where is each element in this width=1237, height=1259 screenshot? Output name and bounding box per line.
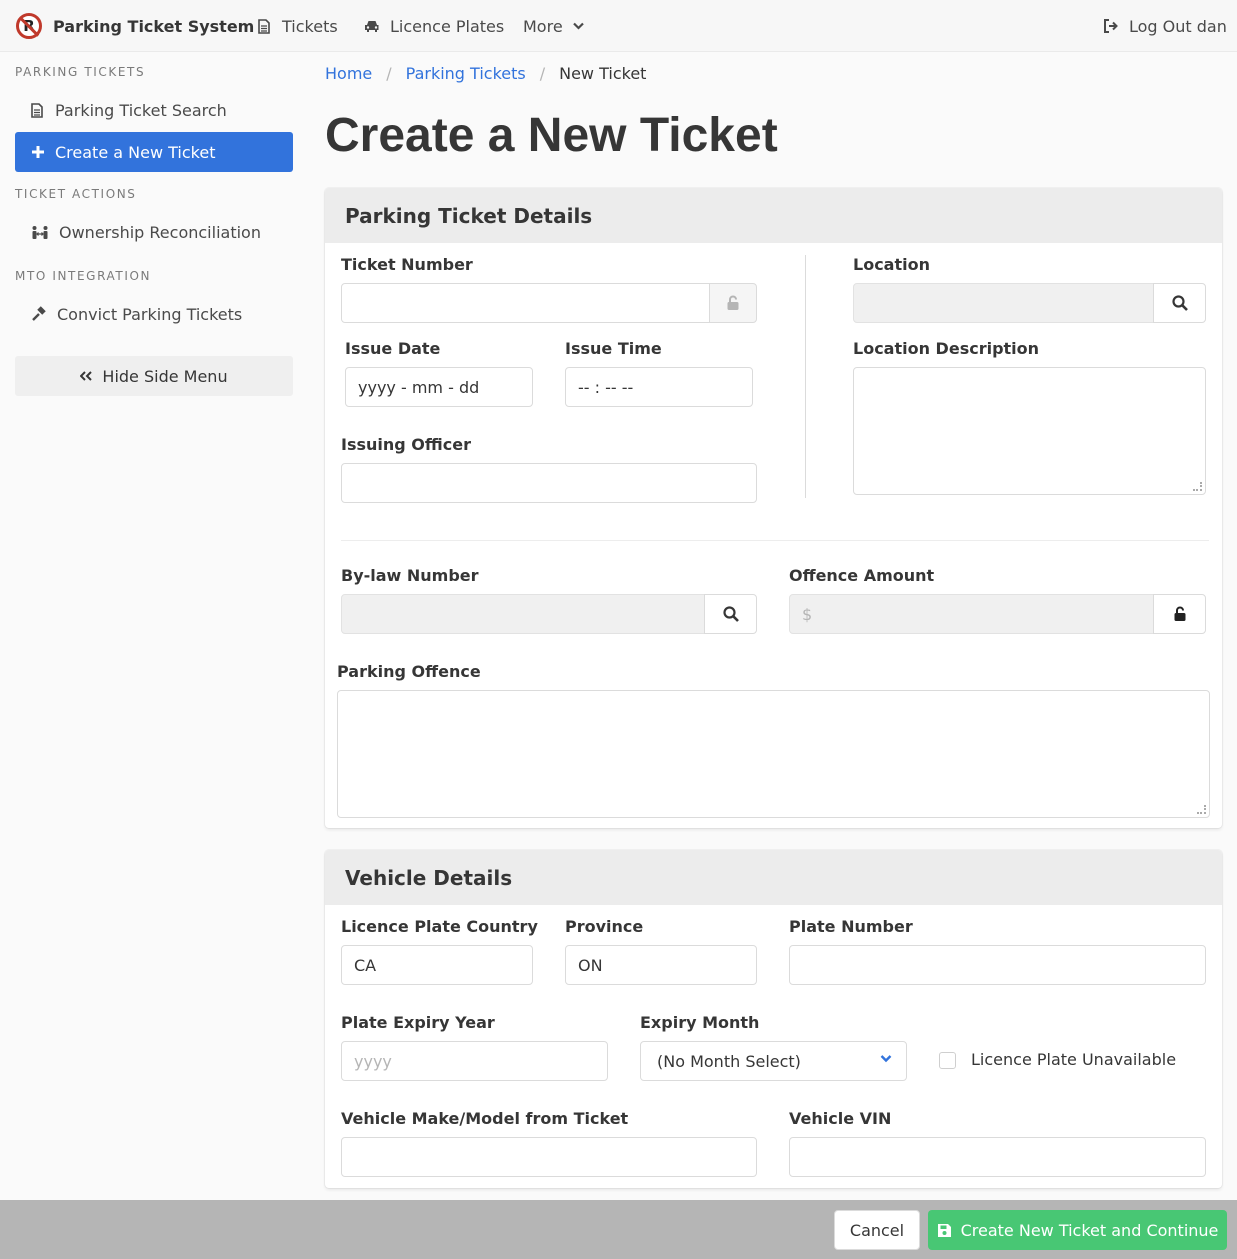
breadcrumb-current: New Ticket — [559, 64, 647, 83]
expiry-month-value: (No Month Select) — [657, 1051, 801, 1071]
location-description-label: Location Description — [853, 339, 1040, 358]
make-model-label: Vehicle Make/Model from Ticket — [341, 1109, 629, 1128]
vehicle-vin-input[interactable] — [789, 1137, 1206, 1177]
vehicle-details-card: Vehicle Details Licence Plate Country CA… — [325, 850, 1222, 1188]
create-ticket-label: Create New Ticket and Continue — [960, 1220, 1219, 1240]
province-label: Province — [565, 917, 644, 936]
ticket-details-heading: Parking Ticket Details — [325, 188, 1222, 243]
nav-tickets[interactable]: Tickets — [258, 0, 338, 52]
plate-number-label: Plate Number — [789, 917, 913, 936]
search-icon — [1171, 295, 1188, 311]
brand-title: Parking Ticket System — [53, 16, 255, 36]
location-label: Location — [853, 255, 930, 274]
issue-time-input[interactable]: -- : -- -- — [565, 367, 753, 407]
expiry-year-input[interactable]: yyyy — [341, 1041, 608, 1081]
nav-more-label: More — [523, 16, 563, 36]
top-navbar: R Parking Ticket System Tickets Licence … — [0, 0, 1237, 52]
sidebar-item-label: Parking Ticket Search — [55, 100, 227, 120]
offence-amount-input[interactable]: $ — [789, 594, 1154, 634]
issuing-officer-label: Issuing Officer — [341, 435, 471, 454]
ticket-number-lock-button[interactable] — [709, 283, 757, 323]
breadcrumb-home[interactable]: Home — [325, 64, 372, 83]
breadcrumb: Home / Parking Tickets / New Ticket — [325, 64, 646, 83]
ticket-number-label: Ticket Number — [341, 255, 473, 274]
plus-icon — [31, 145, 45, 159]
location-search-button[interactable] — [1153, 283, 1206, 323]
menu-section-ticket-actions: TICKET ACTIONS — [15, 187, 137, 201]
expiry-month-select[interactable]: (No Month Select) — [640, 1041, 907, 1081]
chevron-down-icon — [572, 22, 584, 30]
plate-unavailable-label[interactable]: Licence Plate Unavailable — [971, 1050, 1176, 1069]
sidebar-item-ticket-search[interactable]: Parking Ticket Search — [15, 90, 293, 130]
cancel-button[interactable]: Cancel — [834, 1210, 920, 1250]
double-chevron-left-icon — [80, 371, 93, 381]
search-icon — [722, 606, 739, 622]
sidebar-item-convict-tickets[interactable]: Convict Parking Tickets — [15, 294, 293, 334]
nav-logout[interactable]: Log Out dan — [1103, 0, 1227, 52]
bylaw-number-input[interactable] — [341, 594, 705, 634]
sidebar-item-label: Create a New Ticket — [55, 142, 216, 162]
file-icon — [31, 102, 45, 118]
sidebar-item-create-ticket[interactable]: Create a New Ticket — [15, 132, 293, 172]
expiry-year-label: Plate Expiry Year — [341, 1013, 495, 1032]
location-input[interactable] — [853, 283, 1154, 323]
unlock-icon — [1173, 606, 1187, 622]
sidebar-item-label: Convict Parking Tickets — [57, 304, 243, 324]
create-ticket-button[interactable]: Create New Ticket and Continue — [928, 1210, 1227, 1250]
expiry-month-label: Expiry Month — [640, 1013, 760, 1032]
gavel-icon — [31, 306, 47, 322]
sign-out-icon — [1103, 19, 1119, 33]
save-icon — [937, 1223, 952, 1238]
hide-side-menu-button[interactable]: Hide Side Menu — [15, 356, 293, 396]
section-divider — [341, 540, 1209, 541]
issuing-officer-input[interactable] — [341, 463, 757, 503]
chevron-down-icon — [880, 1054, 892, 1063]
bylaw-search-button[interactable] — [704, 594, 757, 634]
plate-number-input[interactable] — [789, 945, 1206, 985]
no-parking-logo-icon: R — [16, 13, 42, 39]
nav-licence-plates-label: Licence Plates — [390, 16, 505, 36]
hide-side-menu-label: Hide Side Menu — [102, 366, 228, 386]
expiry-year-placeholder: yyyy — [354, 1051, 392, 1071]
breadcrumb-separator: / — [539, 64, 546, 83]
issue-time-label: Issue Time — [565, 339, 662, 358]
menu-section-parking-tickets: PARKING TICKETS — [15, 65, 146, 79]
issue-date-label: Issue Date — [345, 339, 441, 358]
offence-amount-lock-button[interactable] — [1153, 594, 1206, 634]
sidebar-item-label: Ownership Reconciliation — [59, 222, 261, 242]
vehicle-details-heading: Vehicle Details — [325, 850, 1222, 905]
offence-amount-label: Offence Amount — [789, 566, 935, 585]
province-input[interactable]: ON — [565, 945, 757, 985]
people-arrows-icon — [31, 225, 49, 240]
nav-licence-plates[interactable]: Licence Plates — [364, 0, 504, 52]
sidebar-item-ownership-reconciliation[interactable]: Ownership Reconciliation — [15, 212, 293, 252]
dollar-prefix: $ — [802, 604, 813, 624]
make-model-input[interactable] — [341, 1137, 757, 1177]
location-description-textarea[interactable] — [853, 367, 1206, 495]
breadcrumb-parking-tickets[interactable]: Parking Tickets — [406, 64, 526, 83]
plate-unavailable-checkbox[interactable] — [939, 1052, 956, 1069]
car-icon — [364, 20, 380, 33]
nav-tickets-label: Tickets — [282, 16, 338, 36]
column-divider — [805, 255, 806, 498]
ticket-number-input[interactable] — [341, 283, 710, 323]
logout-label: Log Out dan — [1129, 16, 1227, 36]
plate-country-label: Licence Plate Country — [341, 917, 538, 936]
plate-country-input[interactable]: CA — [341, 945, 533, 985]
ticket-details-card: Parking Ticket Details Ticket Number Iss… — [325, 188, 1222, 828]
breadcrumb-separator: / — [386, 64, 392, 83]
parking-offence-label: Parking Offence — [337, 662, 481, 681]
bylaw-number-label: By-law Number — [341, 566, 479, 585]
menu-section-mto-integration: MTO INTEGRATION — [15, 269, 152, 283]
document-icon — [258, 18, 272, 34]
page-title: Create a New Ticket — [325, 109, 778, 162]
parking-offence-textarea[interactable] — [337, 690, 1210, 818]
footer-action-bar: Cancel Create New Ticket and Continue — [0, 1200, 1237, 1259]
vehicle-vin-label: Vehicle VIN — [789, 1109, 892, 1128]
unlock-icon — [726, 295, 740, 311]
brand-link[interactable]: R Parking Ticket System — [16, 0, 254, 52]
issue-date-input[interactable]: yyyy - mm - dd — [345, 367, 533, 407]
nav-more-dropdown[interactable]: More — [523, 0, 584, 52]
